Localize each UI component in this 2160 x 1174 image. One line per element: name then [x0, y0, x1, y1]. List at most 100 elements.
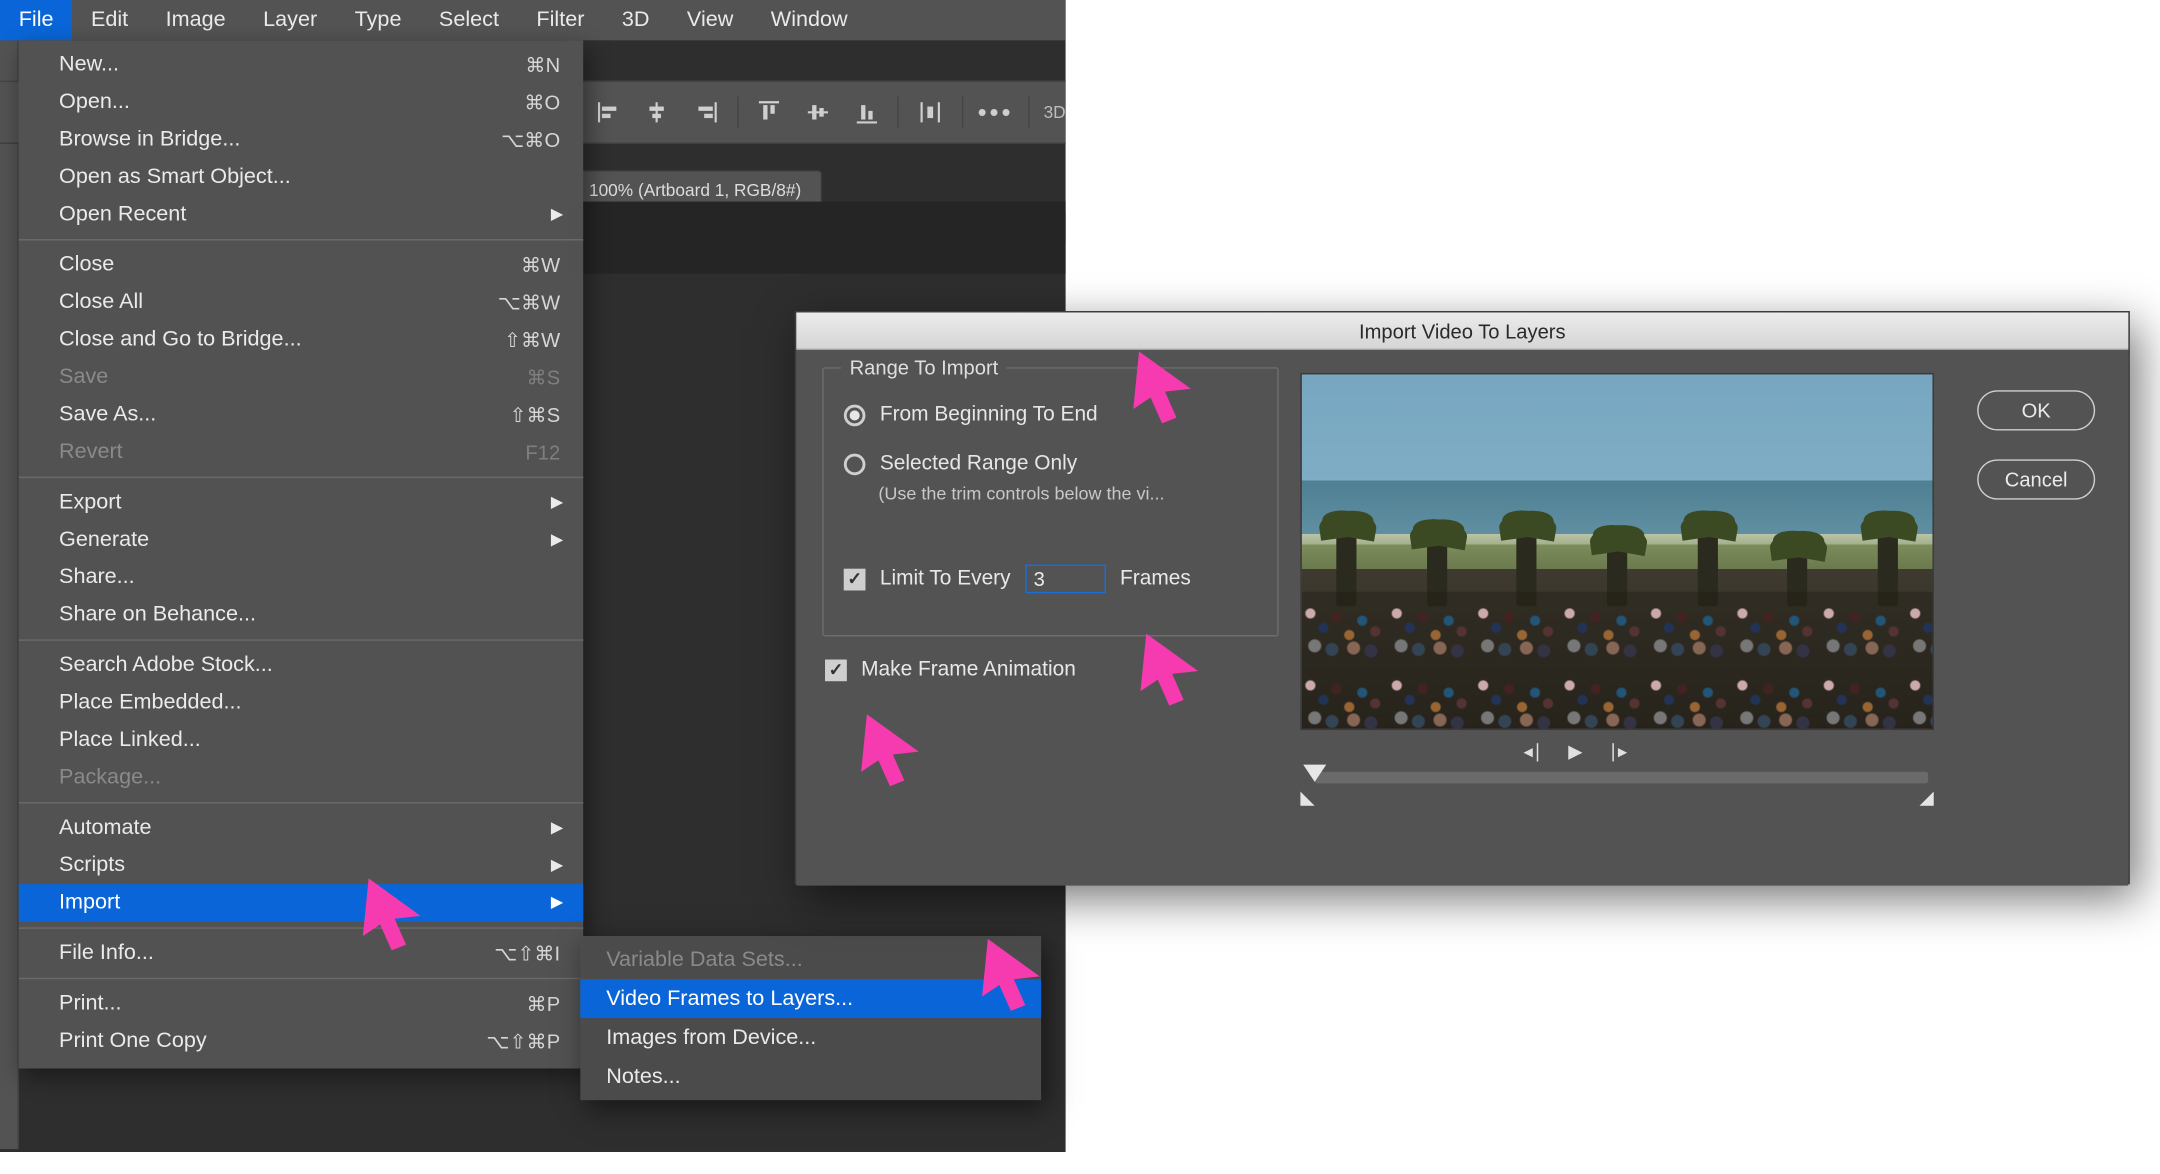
range-legend: Range To Import	[841, 356, 1007, 379]
menu-item-package: Package...	[19, 759, 583, 796]
menu-item-label: Save	[59, 361, 108, 393]
radio-unselected-icon	[844, 453, 866, 475]
menu-3d[interactable]: 3D	[603, 0, 668, 40]
submenu-arrow-icon: ▶	[551, 812, 563, 844]
menu-item-label: Open...	[59, 86, 130, 118]
menu-item-import[interactable]: Import▶	[19, 884, 583, 921]
menu-item-scripts[interactable]: Scripts▶	[19, 847, 583, 884]
mode-3d-label[interactable]: 3D	[1044, 102, 1066, 122]
menu-item-label: Generate	[59, 524, 149, 556]
menu-edit[interactable]: Edit	[72, 0, 147, 40]
annotation-arrow-icon	[976, 933, 1048, 1012]
menu-item-label: File Info...	[59, 937, 154, 969]
align-middle-v-icon[interactable]	[801, 94, 835, 131]
menu-item-label: Close	[59, 249, 114, 281]
radio-selected-range[interactable]: Selected Range Only	[844, 452, 1077, 475]
menu-item-label: Open as Smart Object...	[59, 161, 291, 193]
make-frame-checkbox[interactable]	[825, 659, 847, 681]
menu-item-close-all[interactable]: Close All ⌥⌘W	[19, 284, 583, 321]
ok-button[interactable]: OK	[1977, 390, 2095, 430]
menu-item-open-as-smart-object[interactable]: Open as Smart Object...	[19, 158, 583, 195]
trim-slider-track[interactable]	[1315, 772, 1928, 784]
menu-item-open-recent[interactable]: Open Recent▶	[19, 196, 583, 233]
menu-item-label: Browse in Bridge...	[59, 124, 240, 156]
menu-item-save: Save ⌘S	[19, 359, 583, 396]
radio-from-beginning[interactable]: From Beginning To End	[844, 403, 1098, 426]
menu-item-open[interactable]: Open...⌘O	[19, 84, 583, 121]
menu-layer[interactable]: Layer	[244, 0, 335, 40]
menu-shortcut: ⌥⌘W	[498, 287, 560, 319]
submenu-arrow-icon: ▶	[551, 887, 563, 919]
menu-item-automate[interactable]: Automate▶	[19, 809, 583, 846]
menu-shortcut: ⌥⇧⌘I	[494, 937, 560, 969]
menu-item-close-and-go-to-bridge[interactable]: Close and Go to Bridge...⇧⌘W	[19, 321, 583, 358]
make-frame-animation-row[interactable]: Make Frame Animation	[825, 658, 1076, 681]
distribute-icon[interactable]	[914, 94, 948, 131]
play-icon[interactable]: ▶	[1568, 740, 1582, 763]
menu-item-save-as[interactable]: Save As... ⇧⌘S	[19, 396, 583, 433]
menu-window[interactable]: Window	[752, 0, 866, 40]
align-top-icon[interactable]	[753, 94, 787, 131]
menu-item-file-info[interactable]: File Info... ⌥⇧⌘I	[19, 935, 583, 972]
menu-item-label: Share...	[59, 562, 135, 594]
prev-frame-icon[interactable]: ◂∣	[1524, 740, 1543, 763]
menu-item-new[interactable]: New...⌘N	[19, 46, 583, 83]
menu-item-search-adobe-stock[interactable]: Search Adobe Stock...	[19, 647, 583, 684]
align-bottom-icon[interactable]	[849, 94, 883, 131]
limit-to-every-row: Limit To Every Frames	[844, 564, 1191, 593]
menu-filter[interactable]: Filter	[518, 0, 603, 40]
menu-item-browse-in-bridge[interactable]: Browse in Bridge...⌥⌘O	[19, 121, 583, 158]
submenu-item-notes[interactable]: Notes...	[580, 1057, 1041, 1096]
separator	[737, 96, 738, 128]
submenu-item-video-frames-to-layers[interactable]: Video Frames to Layers...	[580, 979, 1041, 1018]
trim-in-handle-icon[interactable]: ◣	[1300, 786, 1314, 809]
menu-shortcut: ⌘P	[527, 988, 561, 1020]
next-frame-icon[interactable]: ∣▸	[1609, 740, 1628, 763]
menu-item-place-embedded[interactable]: Place Embedded...	[19, 684, 583, 721]
menu-item-print[interactable]: Print...⌘P	[19, 985, 583, 1022]
radio-selected-icon	[844, 404, 866, 426]
menu-file[interactable]: File	[0, 0, 72, 40]
radio-label: From Beginning To End	[880, 403, 1098, 426]
dialog-title: Import Video To Layers	[796, 312, 2128, 349]
limit-frames-input[interactable]	[1025, 564, 1106, 593]
left-edge-strip	[0, 40, 19, 1149]
file-menu-dropdown: New...⌘NOpen...⌘OBrowse in Bridge...⌥⌘OO…	[19, 40, 583, 1068]
submenu-item-images-from-device[interactable]: Images from Device...	[580, 1018, 1041, 1057]
menu-item-label: Revert	[59, 436, 123, 468]
menu-item-label: Save As...	[59, 399, 156, 431]
menu-item-place-linked[interactable]: Place Linked...	[19, 721, 583, 758]
menu-select[interactable]: Select	[420, 0, 517, 40]
menu-view[interactable]: View	[668, 0, 752, 40]
submenu-arrow-icon: ▶	[551, 199, 563, 231]
trim-out-handle-icon[interactable]: ◢	[1920, 786, 1934, 809]
align-left-icon[interactable]	[592, 94, 626, 131]
make-frame-label: Make Frame Animation	[861, 658, 1076, 681]
radio-hint: (Use the trim controls below the vi...	[878, 484, 1164, 504]
radio-label: Selected Range Only	[880, 452, 1077, 475]
menu-type[interactable]: Type	[336, 0, 420, 40]
menu-item-label: Close All	[59, 287, 143, 319]
playhead-thumb-icon[interactable]	[1303, 765, 1326, 782]
menu-shortcut: ⇧⌘S	[510, 399, 561, 431]
menu-item-generate[interactable]: Generate▶	[19, 521, 583, 558]
menu-item-share-on-behance[interactable]: Share on Behance...	[19, 596, 583, 633]
separator	[1028, 96, 1029, 128]
menu-item-print-one-copy[interactable]: Print One Copy⌥⇧⌘P	[19, 1022, 583, 1059]
range-to-import-group: Range To Import From Beginning To End Se…	[822, 367, 1278, 636]
menu-item-close[interactable]: Close⌘W	[19, 246, 583, 283]
align-right-icon[interactable]	[689, 94, 723, 131]
menu-item-label: New...	[59, 49, 119, 81]
menu-item-export[interactable]: Export▶	[19, 484, 583, 521]
limit-checkbox[interactable]	[844, 568, 866, 590]
more-options-icon[interactable]: •••	[978, 94, 1014, 131]
annotation-arrow-icon	[1128, 346, 1200, 425]
menu-image[interactable]: Image	[147, 0, 244, 40]
menu-shortcut: ⌘S	[527, 361, 561, 393]
separator	[962, 96, 963, 128]
menu-item-share[interactable]: Share...	[19, 559, 583, 596]
menu-item-label: Export	[59, 487, 121, 519]
import-video-dialog: Import Video To Layers Range To Import F…	[795, 311, 2130, 884]
cancel-button[interactable]: Cancel	[1977, 459, 2095, 499]
align-center-h-icon[interactable]	[640, 94, 674, 131]
